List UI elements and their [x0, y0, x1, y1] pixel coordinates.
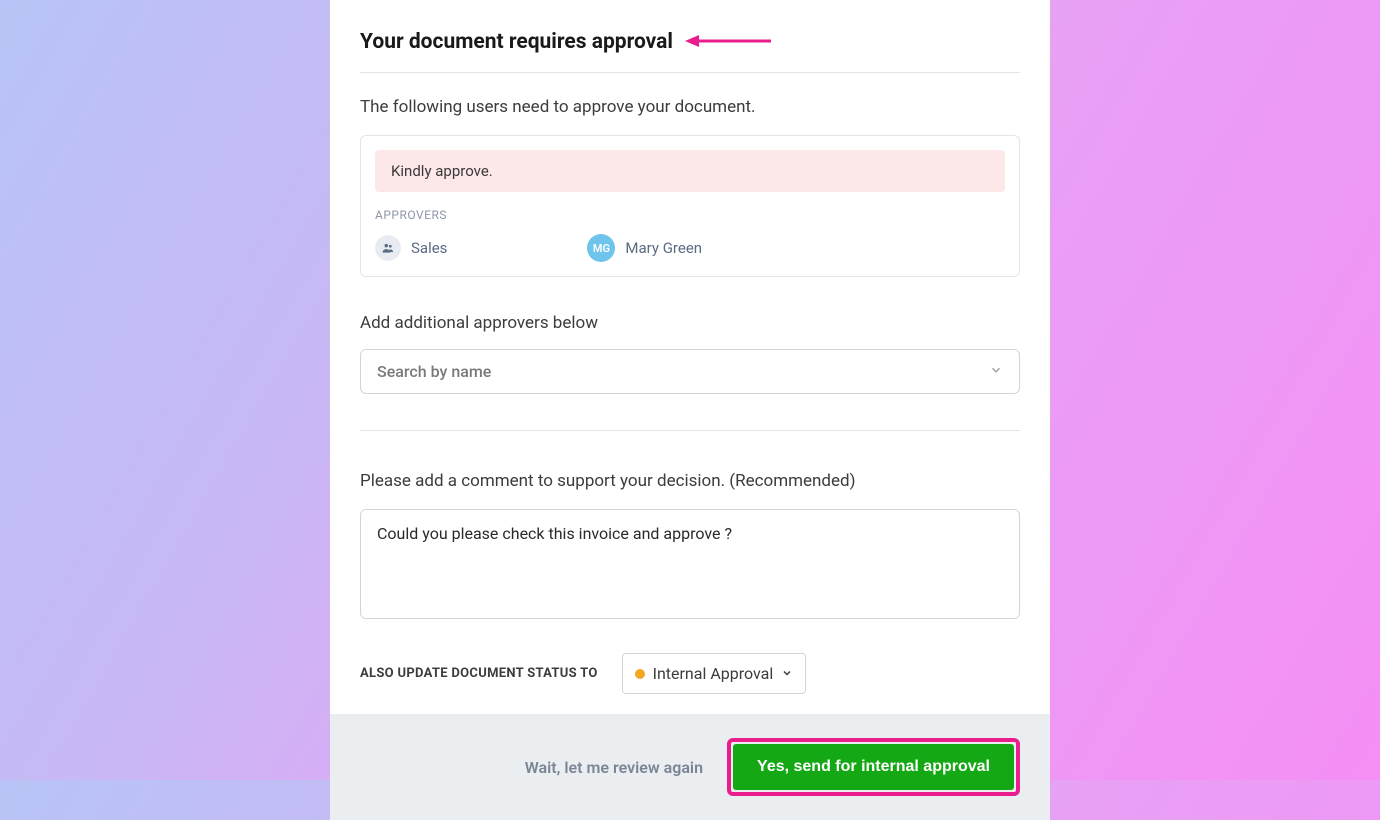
approval-dialog: Your document requires approval The foll…	[330, 0, 1050, 780]
dialog-content: Your document requires approval The foll…	[330, 0, 1050, 714]
status-value: Internal Approval	[653, 664, 774, 683]
add-approvers-label: Add additional approvers below	[360, 313, 1020, 333]
approvers-list: Sales MG Mary Green	[375, 234, 1005, 262]
comment-label: Please add a comment to support your dec…	[360, 471, 1020, 491]
confirm-highlight: Yes, send for internal approval	[727, 738, 1020, 796]
approver-search-select[interactable]: Search by name	[360, 349, 1020, 394]
intro-text: The following users need to approve your…	[360, 97, 1020, 117]
avatar: MG	[587, 234, 615, 262]
status-update-label: ALSO UPDATE DOCUMENT STATUS TO	[360, 666, 598, 681]
approver-item-mary: MG Mary Green	[587, 234, 702, 262]
send-approval-button[interactable]: Yes, send for internal approval	[733, 744, 1014, 790]
title-row: Your document requires approval	[360, 30, 1020, 73]
status-select[interactable]: Internal Approval	[622, 653, 807, 694]
approvers-panel: Kindly approve. APPROVERS Sales	[360, 135, 1020, 277]
approval-notice: Kindly approve.	[375, 150, 1005, 192]
approver-name: Mary Green	[625, 239, 702, 257]
dialog-footer: Wait, let me review again Yes, send for …	[330, 714, 1050, 820]
divider	[360, 430, 1020, 431]
arrow-left-icon	[685, 33, 773, 52]
comment-input[interactable]	[360, 509, 1020, 619]
approver-name: Sales	[411, 239, 447, 257]
status-dot-icon	[635, 669, 645, 679]
approvers-label: APPROVERS	[375, 208, 1005, 222]
search-placeholder: Search by name	[377, 362, 491, 381]
chevron-down-icon	[781, 664, 793, 683]
page-title: Your document requires approval	[360, 30, 673, 54]
chevron-down-icon	[989, 362, 1003, 381]
approver-item-sales: Sales	[375, 235, 447, 261]
cancel-button[interactable]: Wait, let me review again	[525, 758, 703, 777]
status-row: ALSO UPDATE DOCUMENT STATUS TO Internal …	[360, 653, 1020, 694]
group-icon	[375, 235, 401, 261]
